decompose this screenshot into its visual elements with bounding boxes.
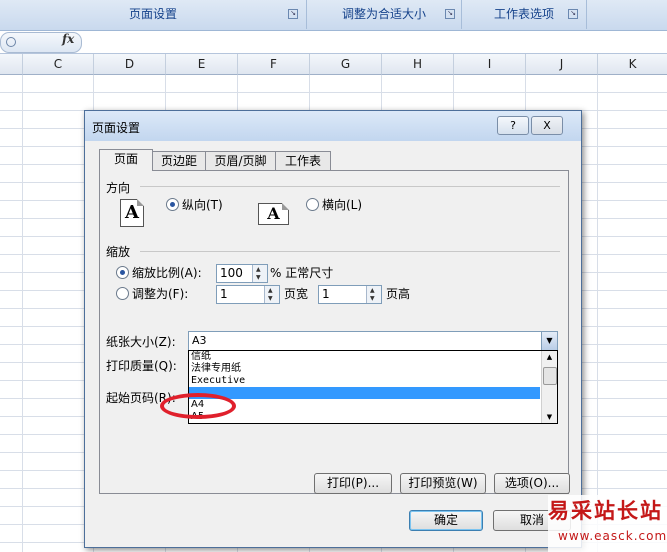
ribbon-group-label: 页面设置	[128, 7, 177, 21]
fit-wide-value[interactable]: 1	[220, 287, 228, 301]
scaling-section-label: 缩放	[106, 245, 131, 259]
fit-tall-stepper[interactable]: 1 ▲ ▼	[318, 285, 382, 304]
ribbon-group-scale-to-fit[interactable]: 调整为合适大小 ↘	[307, 0, 462, 29]
paper-size-label: 纸张大小(Z):	[106, 335, 176, 349]
paper-size-value[interactable]: A3	[192, 334, 207, 347]
portrait-radio[interactable]	[166, 198, 179, 211]
scroll-thumb[interactable]	[543, 367, 557, 385]
adjust-to-stepper[interactable]: 100 ▲ ▼	[216, 264, 268, 283]
section-divider	[140, 251, 560, 252]
fit-to-radio[interactable]	[116, 287, 129, 300]
paper-size-select[interactable]: A3 ▼	[188, 331, 558, 351]
page-setup-dialog: 页面设置 ? X 页面 页边距 页眉/页脚 工作表 方向 A 纵向(T) A 横…	[84, 110, 582, 548]
spin-arrows-icon[interactable]: ▲ ▼	[366, 286, 381, 303]
formula-bar: fx	[0, 31, 667, 54]
page-tab-panel: 方向 A 纵向(T) A 横向(L) 缩放 缩放比例(A): 100 ▲ ▼ % …	[99, 170, 570, 494]
dialog-launcher-icon[interactable]: ↘	[568, 9, 578, 19]
help-button[interactable]: ?	[497, 116, 529, 135]
landscape-radio[interactable]	[306, 198, 319, 211]
print-quality-label: 打印质量(Q):	[106, 359, 177, 373]
dialog-launcher-icon[interactable]: ↘	[445, 9, 455, 19]
dialog-launcher-icon[interactable]: ↘	[288, 9, 298, 19]
column-header-i[interactable]: I	[454, 54, 526, 75]
scroll-up-icon[interactable]: ▲	[542, 351, 557, 363]
fit-tall-value[interactable]: 1	[322, 287, 330, 301]
column-header-k[interactable]: K	[598, 54, 667, 75]
adjust-to-label[interactable]: 缩放比例(A):	[132, 264, 202, 281]
ribbon-group-label: 调整为合适大小	[341, 7, 426, 21]
tab-margins[interactable]: 页边距	[152, 151, 206, 170]
grid-line	[22, 75, 23, 552]
column-header-e[interactable]: E	[166, 54, 238, 75]
ok-button[interactable]: 确定	[409, 510, 483, 531]
fit-wide-stepper[interactable]: 1 ▲ ▼	[216, 285, 280, 304]
column-header-f[interactable]: F	[238, 54, 310, 75]
orientation-section-label: 方向	[106, 181, 131, 195]
ribbon-group-label: 工作表选项	[493, 7, 554, 21]
list-item-selected[interactable]: A3	[189, 387, 540, 399]
adjust-to-value[interactable]: 100	[220, 266, 243, 280]
grid-line	[597, 75, 598, 552]
portrait-label[interactable]: 纵向(T)	[182, 196, 223, 213]
spin-arrows-icon[interactable]: ▲ ▼	[264, 286, 279, 303]
ribbon-group-sheet-options[interactable]: 工作表选项 ↘	[462, 0, 587, 29]
options-button[interactable]: 选项(O)...	[494, 473, 570, 494]
section-divider	[140, 186, 560, 187]
tab-header-footer[interactable]: 页眉/页脚	[205, 151, 276, 170]
watermark-title: 易采站长站	[548, 499, 663, 523]
watermark-url: www.easck.com	[558, 529, 667, 543]
spin-arrows-icon[interactable]: ▲ ▼	[252, 265, 267, 282]
insert-function-icon[interactable]: fx	[62, 32, 74, 46]
column-header-j[interactable]: J	[526, 54, 598, 75]
tab-sheet[interactable]: 工作表	[275, 151, 331, 170]
adjust-to-radio[interactable]	[116, 266, 129, 279]
watermark: 易采站长站 www.easck.com	[548, 495, 667, 552]
print-preview-button[interactable]: 打印预览(W)	[400, 473, 486, 494]
ribbon-group-page-setup[interactable]: 页面设置 ↘	[0, 0, 307, 29]
annotation-ellipse	[160, 393, 236, 419]
list-item[interactable]: Executive	[191, 375, 245, 387]
scroll-down-icon[interactable]: ▼	[542, 411, 557, 423]
ribbon: 页面设置 ↘ 调整为合适大小 ↘ 工作表选项 ↘	[0, 0, 667, 31]
fit-tall-suffix: 页高	[386, 287, 411, 301]
column-header-g[interactable]: G	[310, 54, 382, 75]
column-header-h[interactable]: H	[382, 54, 454, 75]
list-item[interactable]: 法律专用纸	[191, 363, 241, 375]
column-header-corner[interactable]	[0, 54, 23, 75]
adjust-to-suffix: % 正常尺寸	[270, 266, 334, 280]
fit-wide-suffix: 页宽	[284, 287, 309, 301]
paper-size-dropdown-list[interactable]: 信纸 法律专用纸 Executive A3 A4 A5 ▲ ▼	[188, 350, 558, 424]
print-button[interactable]: 打印(P)...	[314, 473, 392, 494]
portrait-page-icon: A	[120, 199, 144, 227]
close-button[interactable]: X	[531, 116, 563, 135]
dialog-title-bar[interactable]: 页面设置 ? X	[85, 111, 581, 141]
tab-page[interactable]: 页面	[99, 149, 153, 171]
circle-icon	[6, 37, 16, 47]
fit-to-label[interactable]: 调整为(F):	[132, 285, 188, 302]
list-item[interactable]: 信纸	[191, 351, 211, 363]
column-header-d[interactable]: D	[94, 54, 166, 75]
chevron-down-icon[interactable]: ▼	[541, 332, 557, 350]
landscape-page-icon: A	[258, 203, 289, 225]
list-scrollbar[interactable]: ▲ ▼	[541, 351, 557, 423]
column-header-c[interactable]: C	[23, 54, 94, 75]
landscape-label[interactable]: 横向(L)	[322, 196, 362, 213]
dialog-title: 页面设置	[92, 121, 141, 135]
